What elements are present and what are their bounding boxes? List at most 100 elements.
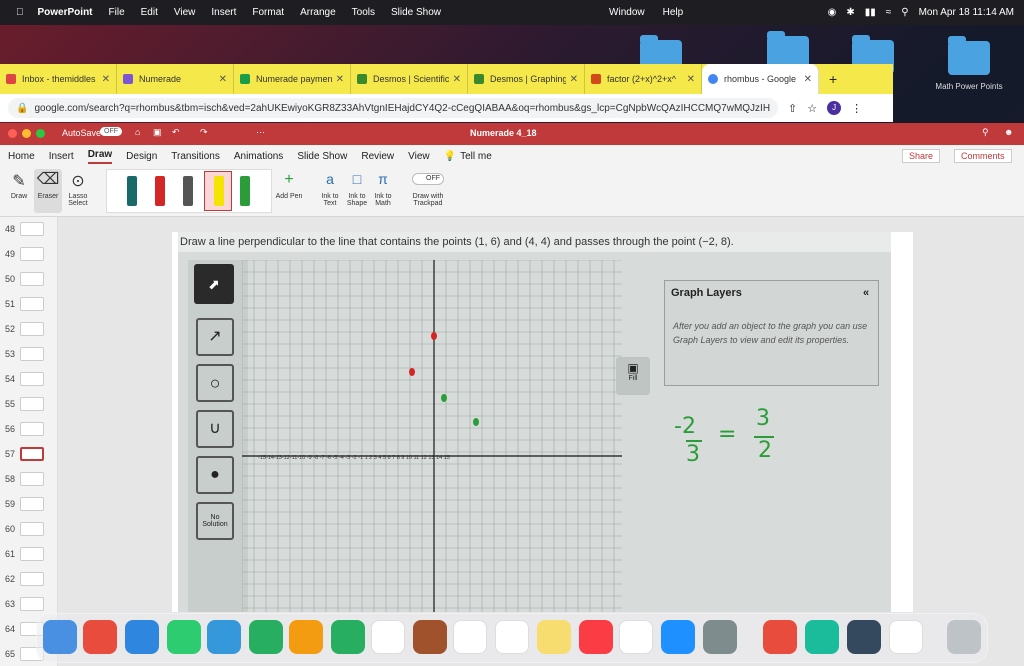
point-red-lower[interactable] (409, 368, 415, 376)
clock[interactable]: Mon Apr 18 11:14 AM (919, 7, 1014, 18)
tab-insert[interactable]: Insert (49, 151, 74, 162)
maps-icon[interactable] (249, 620, 283, 654)
messages-icon[interactable] (167, 620, 201, 654)
menu-format[interactable]: Format (252, 7, 284, 18)
apple-icon[interactable]:  (16, 7, 24, 18)
slide-thumbnail[interactable]: 54 (0, 371, 58, 391)
pointer-tool-icon[interactable]: ⬈ (194, 264, 234, 304)
battery-icon[interactable]: ▮▮ (865, 7, 876, 18)
comments-button[interactable]: Comments (954, 149, 1012, 163)
slide-thumbnail[interactable]: 58 (0, 471, 58, 491)
menu-slide-show[interactable]: Slide Show (391, 7, 441, 18)
menu-help[interactable]: Help (663, 7, 684, 18)
save-icon[interactable]: ▣ (153, 127, 162, 138)
zoom-window-button[interactable] (36, 129, 45, 138)
slide-thumbnail[interactable]: 57 (0, 446, 58, 466)
tab-animations[interactable]: Animations (234, 151, 283, 162)
wifi-icon[interactable]: ≈ (886, 7, 892, 18)
menu-arrange[interactable]: Arrange (300, 7, 336, 18)
point-tool-icon[interactable]: ● (196, 456, 234, 494)
autosave-toggle[interactable]: OFF (100, 127, 122, 136)
pen-green[interactable] (240, 176, 250, 206)
lasso-select-tool[interactable]: ⊙ Lasso Select (64, 171, 92, 207)
app-u-icon[interactable] (805, 620, 839, 654)
profile-avatar[interactable]: J (827, 101, 842, 115)
finder-icon[interactable] (43, 620, 77, 654)
slide-thumbnail[interactable]: 48 (0, 221, 58, 241)
point-green-lower[interactable] (473, 418, 479, 426)
no-solution-button[interactable]: No Solution (196, 502, 234, 540)
point-green-upper[interactable] (441, 394, 447, 402)
close-icon[interactable]: ✕ (570, 74, 578, 85)
contacts-icon[interactable] (413, 620, 447, 654)
slide-thumbnail[interactable]: 50 (0, 271, 58, 291)
line-tool-icon[interactable]: ↗ (196, 318, 234, 356)
point-red-upper[interactable] (431, 332, 437, 340)
close-icon[interactable]: ✕ (102, 74, 110, 85)
news-icon[interactable] (619, 620, 653, 654)
menubar-app-name[interactable]: PowerPoint (38, 7, 93, 18)
menu-insert[interactable]: Insert (211, 7, 236, 18)
browser-tab-active[interactable]: rhombus - Google ✕ (702, 64, 819, 94)
ink-to-shape-button[interactable]: □ Ink to Shape (344, 171, 370, 207)
add-pen-button[interactable]: + Add Pen (274, 171, 304, 200)
close-icon[interactable]: ✕ (219, 74, 227, 85)
menu-dots-icon[interactable]: ⋮ (851, 102, 862, 115)
close-icon[interactable]: ✕ (804, 74, 812, 85)
tab-home[interactable]: Home (8, 151, 35, 162)
tab-design[interactable]: Design (126, 151, 157, 162)
lock-icon[interactable]: 🔒 (16, 103, 28, 114)
address-bar[interactable]: 🔒 google.com/search?q=rhombus&tbm=isch&v… (8, 98, 778, 118)
slide-thumbnail[interactable]: 62 (0, 571, 58, 591)
bluetooth-icon[interactable]: ✱ (846, 7, 854, 18)
draw-with-trackpad[interactable]: OFF Draw with Trackpad (405, 171, 451, 207)
redo-icon[interactable]: ↷ (200, 127, 208, 138)
browser-tab[interactable]: Desmos | Graphing ✕ (468, 64, 585, 94)
menu-tools[interactable]: Tools (352, 7, 375, 18)
collapse-icon[interactable]: « (863, 287, 869, 299)
close-icon[interactable]: ✕ (453, 74, 461, 85)
mail-icon[interactable] (207, 620, 241, 654)
menu-file[interactable]: File (109, 7, 125, 18)
share-button[interactable]: Share (902, 149, 941, 163)
tab-view[interactable]: View (408, 151, 430, 162)
tab-slide-show[interactable]: Slide Show (297, 151, 347, 162)
browser-tab[interactable]: Desmos | Scientific ✕ (351, 64, 468, 94)
pen-gray[interactable] (183, 176, 193, 206)
calendar-icon[interactable] (371, 620, 405, 654)
app-store-icon[interactable] (661, 620, 695, 654)
ink-to-text-button[interactable]: a Ink to Text (318, 171, 342, 207)
slide-thumbnail[interactable]: 52 (0, 321, 58, 341)
eraser-tool[interactable]: ⌫ Eraser (34, 169, 62, 213)
close-icon[interactable]: ✕ (336, 74, 344, 85)
tab-transitions[interactable]: Transitions (171, 151, 220, 162)
chrome-icon[interactable] (495, 620, 529, 654)
browser-tab[interactable]: Inbox - themiddles ✕ (0, 64, 117, 94)
more-icon[interactable]: ⋯ (256, 127, 265, 138)
spotlight-icon[interactable]: ⚲ (901, 7, 908, 18)
email-app-icon[interactable] (763, 620, 797, 654)
tab-review[interactable]: Review (361, 151, 394, 162)
slide-thumbnail[interactable]: 56 (0, 421, 58, 441)
slide-thumbnail[interactable]: 49 (0, 246, 58, 266)
powerpoint-icon[interactable] (889, 620, 923, 654)
trash-icon[interactable] (947, 620, 981, 654)
reminders-icon[interactable] (453, 620, 487, 654)
slide-thumbnail[interactable]: 55 (0, 396, 58, 416)
trackpad-toggle[interactable]: OFF (412, 173, 444, 185)
undo-icon[interactable]: ↶ (172, 127, 180, 138)
notes-icon[interactable] (537, 620, 571, 654)
safari-icon[interactable] (125, 620, 159, 654)
pen-red[interactable] (155, 176, 165, 206)
slide-thumbnail[interactable]: 59 (0, 496, 58, 516)
tell-me-icon[interactable]: 💡 (444, 151, 456, 162)
close-window-button[interactable] (8, 129, 17, 138)
folder-icon[interactable] (948, 36, 990, 75)
menu-window[interactable]: Window (609, 7, 645, 18)
browser-tab[interactable]: Numerade ✕ (117, 64, 234, 94)
pen-yellow-selected[interactable] (204, 171, 232, 211)
facetime-icon[interactable] (331, 620, 365, 654)
home-icon[interactable]: ⌂ (135, 127, 140, 137)
feedback-icon[interactable]: ☻ (1004, 127, 1013, 137)
close-icon[interactable]: ✕ (687, 74, 695, 85)
